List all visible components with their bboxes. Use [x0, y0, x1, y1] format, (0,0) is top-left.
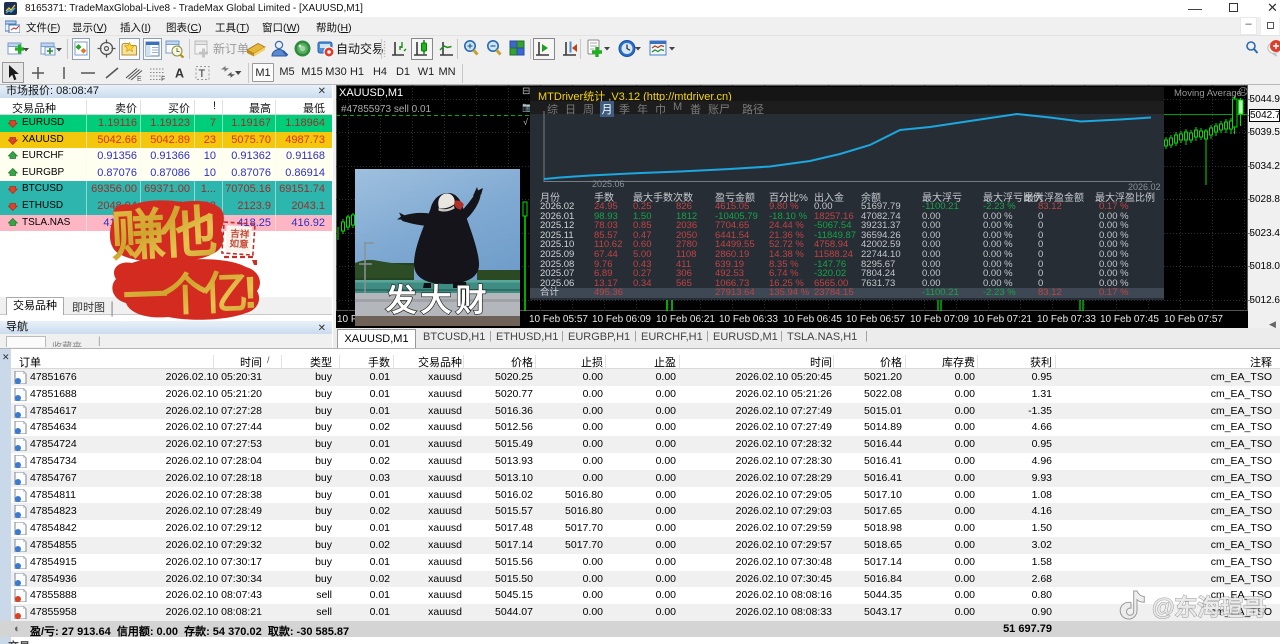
svg-text:T: T	[199, 68, 206, 80]
svg-text:自动交易: 自动交易	[336, 41, 384, 56]
svg-text:发大财: 发大财	[385, 283, 491, 318]
svg-text:如意: 如意	[229, 237, 249, 250]
svg-text:@东海瑄哥: @东海瑄哥	[1152, 594, 1266, 620]
svg-text:A: A	[175, 67, 184, 81]
svg-text:E: E	[137, 76, 142, 83]
svg-text:新订单: 新订单	[213, 41, 249, 56]
svg-text:一个亿!: 一个亿!	[122, 267, 255, 323]
svg-text:F: F	[161, 76, 165, 83]
svg-text:赚他: 赚他	[109, 200, 217, 267]
